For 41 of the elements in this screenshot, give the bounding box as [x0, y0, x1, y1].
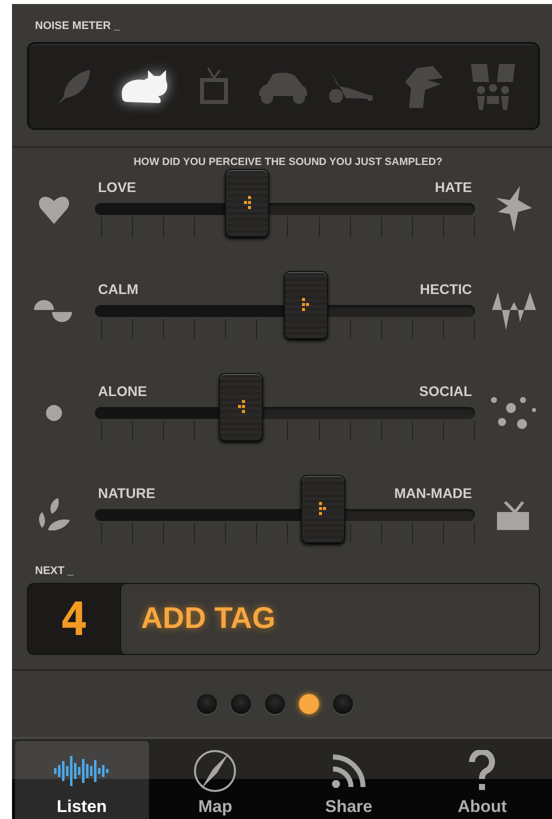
- slider-min-label: LOVE: [98, 180, 136, 194]
- arrow-icon: [236, 400, 246, 414]
- slider-thumb[interactable]: [225, 169, 269, 237]
- tab-item[interactable]: About: [416, 741, 549, 819]
- slider-min-label: ALONE: [98, 384, 147, 398]
- starburst-icon: [496, 186, 532, 232]
- tag-counter: 4: [59, 591, 89, 648]
- tab-item[interactable]: Share: [282, 741, 416, 819]
- slider-thumb[interactable]: [284, 271, 328, 339]
- page-dot[interactable]: [265, 694, 285, 714]
- concert-icon[interactable]: [468, 62, 517, 110]
- rss-icon: [330, 753, 367, 789]
- page-dot[interactable]: [231, 694, 251, 714]
- slider-min-label: CALM: [98, 282, 138, 296]
- zigzag-icon: [492, 292, 536, 330]
- page-dot[interactable]: [299, 694, 319, 714]
- question-text: HOW DID YOU PERCEIVE THE SOUND YOU JUST SAMPLED?: [132, 156, 444, 169]
- help-icon: [469, 750, 496, 792]
- tab-item[interactable]: Map: [148, 741, 282, 819]
- dot-icon: [46, 405, 62, 421]
- arrow-icon: [318, 502, 328, 516]
- dots-icon: [490, 396, 536, 430]
- section-label: NEXT _: [35, 565, 74, 577]
- tv-icon: [496, 500, 530, 530]
- leaves-icon: [38, 498, 70, 532]
- page-dot[interactable]: [197, 694, 217, 714]
- arrow-icon: [242, 196, 252, 210]
- arrow-icon: [300, 298, 311, 312]
- compass-icon: [193, 749, 238, 793]
- slider-thumb[interactable]: [219, 373, 264, 441]
- slider-max-label: HATE: [434, 180, 472, 194]
- slider-thumb[interactable]: [301, 475, 345, 543]
- tab-item[interactable]: Listen: [15, 741, 148, 819]
- page-dot[interactable]: [333, 694, 353, 714]
- add-tag-button[interactable]: ADD TAG: [120, 584, 539, 654]
- slider-max-label: HECTIC: [420, 282, 472, 296]
- section-label: NOISE METER _: [35, 20, 120, 32]
- half-circles-icon: [34, 298, 74, 324]
- slider-min-label: NATURE: [98, 486, 156, 500]
- slider-max-label: SOCIAL: [419, 384, 472, 398]
- slider-max-label: MAN-MADE: [394, 486, 472, 500]
